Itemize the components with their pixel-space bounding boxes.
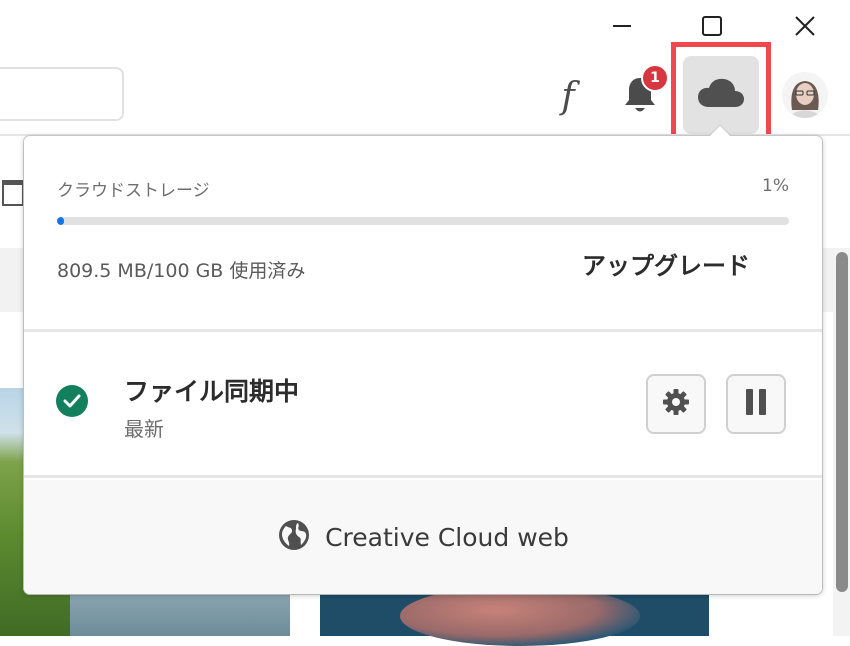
minimize-button[interactable] bbox=[602, 6, 642, 46]
sync-pause-button[interactable] bbox=[726, 374, 786, 434]
section-divider bbox=[24, 329, 822, 332]
upgrade-button[interactable]: アップグレード bbox=[582, 246, 750, 281]
sync-check-icon bbox=[56, 385, 88, 417]
cloud-icon bbox=[697, 77, 745, 113]
storage-usage: 809.5 MB/100 GB 使用済み bbox=[57, 260, 306, 282]
cloud-storage-button[interactable] bbox=[683, 56, 759, 134]
sync-settings-button[interactable] bbox=[646, 374, 706, 434]
minimize-icon bbox=[611, 15, 633, 37]
pause-icon bbox=[743, 387, 769, 421]
globe-icon bbox=[277, 518, 311, 556]
section-divider bbox=[24, 475, 822, 478]
maximize-button[interactable] bbox=[692, 6, 732, 46]
sync-status: 最新 bbox=[124, 417, 164, 441]
notification-badge: 1 bbox=[641, 64, 669, 92]
search-input[interactable] bbox=[0, 67, 124, 121]
creative-cloud-web-label: Creative Cloud web bbox=[325, 522, 569, 552]
maximize-icon bbox=[700, 14, 724, 38]
creative-cloud-web-link[interactable]: Creative Cloud web bbox=[24, 480, 822, 594]
cloud-storage-popover: クラウドストレージ 1% 809.5 MB/100 GB 使用済み アップグレー… bbox=[24, 136, 822, 594]
fonts-button[interactable]: f bbox=[548, 72, 588, 120]
storage-title: クラウドストレージ bbox=[57, 181, 210, 201]
fonts-icon: f bbox=[561, 75, 575, 117]
sync-title: ファイル同期中 bbox=[124, 377, 300, 406]
storage-progress-fill bbox=[57, 217, 65, 225]
storage-percent: 1% bbox=[762, 176, 789, 196]
storage-progress-bar bbox=[57, 217, 789, 225]
scrollbar-thumb[interactable] bbox=[836, 252, 848, 592]
avatar[interactable] bbox=[782, 72, 828, 118]
close-icon bbox=[793, 14, 817, 38]
gear-icon bbox=[661, 387, 691, 421]
popover-arrow-inner bbox=[708, 126, 732, 138]
close-button[interactable] bbox=[785, 6, 825, 46]
view-toggle-icon[interactable] bbox=[2, 180, 24, 206]
